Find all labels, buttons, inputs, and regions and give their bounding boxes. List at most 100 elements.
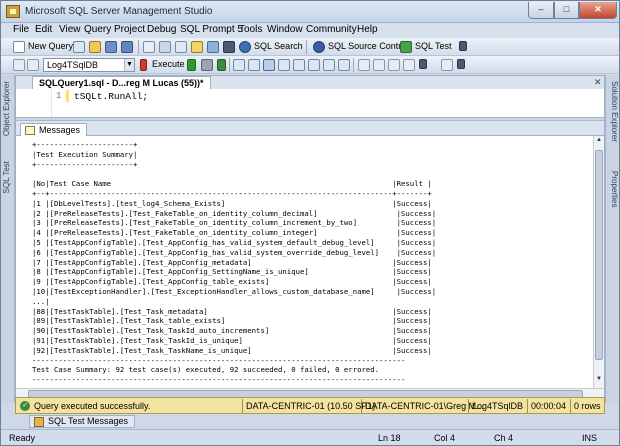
message-line: |Test Execution Summary| [32, 149, 138, 159]
sql-prompt-icon[interactable] [441, 59, 453, 71]
template-explorer-icon[interactable] [175, 41, 187, 53]
parse-check-icon[interactable] [217, 59, 226, 71]
menu-file[interactable]: File [13, 24, 29, 35]
message-line: |8 |[TestAppConfigTable].[Test_AppConfig… [32, 267, 432, 277]
title-bar: Microsoft SQL Server Management Studio –… [1, 1, 619, 23]
sql-test-tab[interactable]: SQL Test [2, 161, 14, 193]
query-status-user: DATA-CENTRIC-01\Greg M... [365, 401, 484, 411]
query-status-rows: 0 rows [574, 401, 601, 411]
menu-sql-prompt[interactable]: SQL Prompt 5 [180, 24, 243, 35]
toolbar-separator [306, 40, 307, 54]
sql-search-icon[interactable] [239, 41, 251, 53]
document-tab-strip: SQLQuery1.sql - D...reg M Lucas (55))* ✕ [16, 76, 604, 89]
client-statistics-icon[interactable] [293, 59, 305, 71]
document-tab[interactable]: SQLQuery1.sql - D...reg M Lucas (55))* [32, 76, 211, 89]
display-plan-icon[interactable] [233, 59, 245, 71]
object-explorer-icon[interactable] [143, 41, 155, 53]
status-divider [242, 399, 243, 413]
vertical-scroll-thumb[interactable] [595, 150, 603, 360]
menu-view[interactable]: View [59, 24, 81, 35]
message-line: |5 |[TestAppConfigTable].[Test_AppConfig… [32, 238, 437, 247]
vertical-scrollbar[interactable]: ▲ ▼ [593, 136, 604, 388]
sql-search-button[interactable]: SQL Search [254, 41, 303, 51]
menu-query[interactable]: Query [84, 24, 111, 35]
menu-edit[interactable]: Edit [35, 24, 52, 35]
properties-tab[interactable]: Properties [607, 171, 619, 207]
solution-explorer-tab[interactable]: Solution Explorer [607, 81, 619, 142]
cancel-query-icon[interactable] [201, 59, 213, 71]
messages-tab[interactable]: Messages [20, 123, 88, 137]
query-status-message: Query executed successfully. [34, 401, 151, 411]
results-to-text-icon[interactable] [308, 59, 320, 71]
message-line: ...| [32, 296, 50, 306]
toolbar-options-icon[interactable] [223, 41, 235, 53]
toolbar-overflow-icon[interactable] [457, 59, 465, 69]
sql-test-button[interactable]: SQL Test [415, 41, 452, 51]
scroll-up-icon[interactable]: ▲ [595, 137, 603, 147]
change-connection-icon[interactable] [27, 59, 39, 71]
intellisense-icon[interactable] [263, 59, 275, 71]
code-line[interactable]: tSQLt.RunAll; [74, 91, 148, 102]
execute-exclamation-icon[interactable] [140, 59, 147, 71]
available-databases-dropdown[interactable]: Log4TSqlDB ▼ [43, 58, 135, 72]
uncomment-icon[interactable] [373, 59, 385, 71]
properties-window-icon[interactable] [191, 41, 203, 53]
save-icon[interactable] [105, 41, 117, 53]
sql-test-check-icon[interactable] [400, 41, 412, 53]
menu-community[interactable]: Community [306, 24, 357, 35]
status-divider [361, 399, 362, 413]
scroll-down-icon[interactable]: ▼ [595, 376, 603, 386]
right-tool-strip: Solution Explorer Properties [605, 75, 619, 403]
open-folder-icon[interactable] [89, 41, 101, 53]
query-options-icon[interactable] [248, 59, 260, 71]
message-line: |3 |[PreReleaseTests].[Test_FakeTable_on… [32, 218, 437, 228]
new-file-icon[interactable] [73, 41, 85, 53]
menu-tools[interactable]: Tools [239, 24, 262, 35]
line-number: 1 [56, 91, 62, 101]
window-title: Microsoft SQL Server Management Studio [25, 6, 213, 17]
increase-indent-icon[interactable] [403, 59, 415, 71]
new-query-icon[interactable] [13, 41, 25, 53]
close-button[interactable]: ✕ [579, 2, 617, 19]
toolbar-overflow-icon[interactable] [459, 41, 467, 51]
menu-help[interactable]: Help [357, 24, 378, 35]
messages-pane[interactable]: +----------------------+ |Test Execution … [16, 136, 592, 388]
minimize-button[interactable]: – [528, 2, 554, 19]
left-tool-strip: Object Explorer SQL Test [1, 75, 15, 403]
message-line: +----------------------+ [32, 159, 138, 169]
status-line: Ln 18 [378, 433, 401, 443]
toolbar-overflow-icon[interactable] [419, 59, 427, 69]
comment-icon[interactable] [358, 59, 370, 71]
ssms-window: Microsoft SQL Server Management Studio –… [0, 0, 620, 446]
decrease-indent-icon[interactable] [388, 59, 400, 71]
sql-test-messages-tab[interactable]: SQL Test Messages [29, 415, 136, 428]
success-check-icon: ✓ [20, 401, 30, 411]
status-column: Col 4 [434, 433, 456, 443]
menu-project[interactable]: Project [114, 24, 145, 35]
status-char: Ch 4 [494, 433, 514, 443]
menu-window[interactable]: Window [267, 24, 303, 35]
query-editor[interactable]: 1 tSQLt.RunAll; [16, 89, 604, 117]
connect-icon[interactable] [13, 59, 25, 71]
new-query-button[interactable]: New Query [28, 41, 73, 51]
toolbar-separator [138, 40, 139, 54]
execute-button[interactable]: Execute [152, 59, 185, 69]
editor-gutter [16, 89, 52, 117]
message-line: |7 |[TestAppConfigTable].[Test_AppConfig… [32, 257, 432, 267]
registered-servers-icon[interactable] [159, 41, 171, 53]
save-all-icon[interactable] [121, 41, 133, 53]
debug-play-icon[interactable] [187, 59, 196, 71]
sql-source-control-button[interactable]: SQL Source Control [328, 41, 408, 51]
include-plan-icon[interactable] [278, 59, 290, 71]
close-document-icon[interactable]: ✕ [594, 77, 602, 88]
object-explorer-tab[interactable]: Object Explorer [2, 81, 14, 136]
messages-tab-label: Messages [39, 125, 81, 135]
toolbar-separator [229, 58, 230, 72]
menu-debug[interactable]: Debug [147, 24, 176, 35]
results-to-grid-icon[interactable] [323, 59, 335, 71]
message-line: |90|[TestTaskTable].[Test_Task_TaskId_au… [32, 326, 432, 336]
results-to-file-icon[interactable] [338, 59, 350, 71]
toolbox-icon[interactable] [207, 41, 219, 53]
sql-source-control-icon[interactable] [313, 41, 325, 53]
maximize-button[interactable]: □ [554, 2, 579, 19]
